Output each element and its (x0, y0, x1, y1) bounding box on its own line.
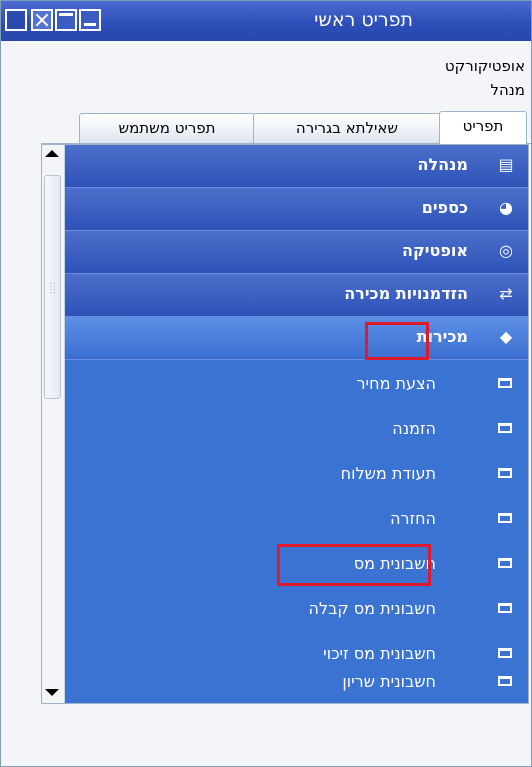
eye-icon: ◎ (499, 241, 513, 260)
close-icon[interactable] (31, 9, 53, 31)
form-icon (498, 676, 512, 686)
menu-item-delivery-note[interactable]: תעודת משלוח (65, 451, 528, 497)
form-icon (498, 603, 512, 613)
category-label: מנהלה (417, 155, 469, 174)
window-icon (5, 9, 27, 31)
menu-item-reserve-invoice[interactable]: חשבונית שריון (65, 659, 528, 705)
company-name: אופטיקורקט (444, 57, 525, 75)
item-label: החזרה (390, 509, 436, 528)
item-label: הזמנה (392, 419, 436, 438)
highlight-box-sales (365, 322, 429, 360)
tab-menu[interactable]: תפריט (439, 111, 527, 144)
scroll-down-icon[interactable] (45, 689, 59, 696)
title-bar[interactable]: תפריט ראשי (1, 1, 531, 41)
tag-icon: ◆ (499, 327, 513, 346)
category-optics[interactable]: ◎ אופטיקה (65, 231, 528, 274)
tab-drag-query[interactable]: שאילתא בגרירה (253, 113, 441, 143)
menu-item-price-quote[interactable]: הצעת מחיר (65, 361, 528, 407)
category-administration[interactable]: ▤ מנהלה (65, 145, 528, 188)
form-icon (498, 378, 512, 388)
highlight-box-tax-invoice (277, 544, 431, 586)
category-finance[interactable]: ◕ כספים (65, 188, 528, 231)
category-label: אופטיקה (401, 241, 468, 260)
grip-icon: ∷ ∷ (50, 281, 56, 296)
form-icon (498, 513, 512, 523)
user-role: מנהל (490, 81, 525, 99)
item-label: חשבונית שריון (342, 672, 436, 691)
menu-item-order[interactable]: הזמנה (65, 406, 528, 452)
document-icon: ▤ (498, 155, 514, 174)
scroll-thumb[interactable]: ∷ ∷ (44, 175, 61, 399)
main-menu-window: תפריט ראשי אופטיקורקט מנהל תפריט משתמש ש… (0, 0, 532, 767)
maximize-icon[interactable] (55, 9, 77, 31)
category-sales[interactable]: ◆ מכירות (65, 317, 528, 360)
form-icon (498, 468, 512, 478)
window-title: תפריט ראשי (314, 9, 413, 31)
item-label: חשבונית מס קבלה (308, 599, 436, 618)
category-label: כספים (421, 198, 468, 217)
menu-item-return[interactable]: החזרה (65, 496, 528, 542)
scroll-up-icon[interactable] (45, 150, 59, 157)
menu-item-tax-invoice-receipt[interactable]: חשבונית מס קבלה (65, 586, 528, 632)
minimize-icon[interactable] (79, 9, 101, 31)
category-sales-opportunities[interactable]: ⇄ הזדמנויות מכירה (65, 274, 528, 317)
form-icon (498, 423, 512, 433)
menu-panel: ∷ ∷ ▤ מנהלה ◕ כספים ◎ אופטיקה ⇄ הזדמנויות… (41, 144, 529, 704)
tab-user-menu[interactable]: תפריט משתמש (79, 113, 255, 143)
vertical-scrollbar[interactable]: ∷ ∷ (42, 145, 65, 703)
form-icon (498, 648, 512, 658)
item-label: הצעת מחיר (356, 374, 437, 393)
form-icon (498, 558, 512, 568)
menu-tree: ▤ מנהלה ◕ כספים ◎ אופטיקה ⇄ הזדמנויות מכ… (65, 145, 528, 703)
globe-icon: ◕ (499, 198, 513, 217)
category-label: הזדמנויות מכירה (344, 284, 468, 303)
swap-icon: ⇄ (499, 284, 513, 303)
item-label: תעודת משלוח (340, 464, 436, 483)
